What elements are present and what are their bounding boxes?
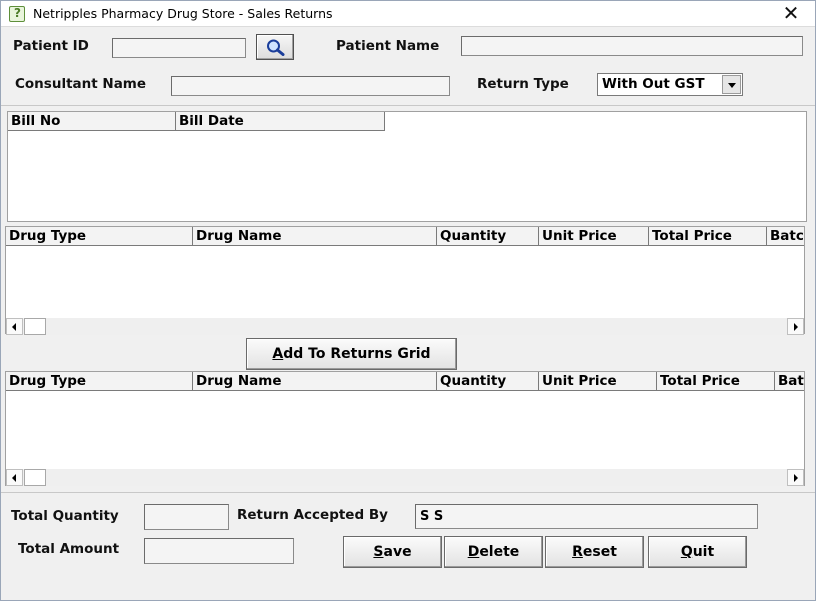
returns-grid-header: Drug Type Drug Name Quantity Unit Price …	[6, 372, 804, 391]
scroll-right-icon[interactable]	[787, 318, 804, 335]
delete-mnemonic: D	[467, 544, 480, 560]
patient-id-label: Patient ID	[13, 38, 89, 54]
column-header-batch[interactable]: Bat	[775, 372, 804, 391]
drugs-grid[interactable]: Drug Type Drug Name Quantity Unit Price …	[5, 226, 805, 335]
column-header-drug-type[interactable]: Drug Type	[6, 227, 193, 246]
patient-name-field[interactable]	[461, 36, 803, 56]
column-header-drug-type[interactable]: Drug Type	[6, 372, 193, 391]
column-header-drug-name[interactable]: Drug Name	[193, 372, 437, 391]
app-icon	[9, 6, 25, 22]
close-button[interactable]: ✕	[771, 1, 811, 26]
column-header-batch[interactable]: Batc	[767, 227, 804, 246]
returns-grid[interactable]: Drug Type Drug Name Quantity Unit Price …	[5, 371, 805, 486]
consultant-name-field[interactable]	[171, 76, 450, 96]
divider	[1, 105, 815, 106]
patient-name-label: Patient Name	[336, 38, 440, 54]
window-title: Netripples Pharmacy Drug Store - Sales R…	[33, 6, 333, 21]
column-header-total-price[interactable]: Total Price	[649, 227, 767, 246]
scrollbar-thumb[interactable]	[24, 318, 46, 335]
total-quantity-field[interactable]	[144, 504, 229, 530]
add-button-label: dd To Returns Grid	[283, 346, 431, 362]
drugs-grid-scrollbar[interactable]	[6, 318, 804, 335]
column-header-total-price[interactable]: Total Price	[657, 372, 775, 391]
add-to-returns-grid-button[interactable]: Add To Returns Grid	[246, 338, 457, 370]
consultant-name-label: Consultant Name	[15, 76, 147, 92]
sales-returns-window: Netripples Pharmacy Drug Store - Sales R…	[0, 0, 816, 601]
bills-grid[interactable]: Bill No Bill Date	[7, 111, 807, 222]
quit-button[interactable]: Quit	[648, 536, 747, 568]
column-header-bill-no[interactable]: Bill No	[8, 112, 176, 131]
add-button-mnemonic: A	[272, 346, 284, 362]
bills-grid-header: Bill No Bill Date	[8, 112, 385, 131]
quit-mnemonic: Q	[680, 544, 693, 560]
return-accepted-by-field[interactable]	[415, 504, 758, 529]
column-header-quantity[interactable]: Quantity	[437, 372, 539, 391]
scrollbar-thumb[interactable]	[24, 469, 46, 486]
reset-label: eset	[582, 544, 617, 560]
return-accepted-by-label: Return Accepted By	[237, 507, 388, 523]
title-bar: Netripples Pharmacy Drug Store - Sales R…	[1, 1, 815, 27]
save-button[interactable]: Save	[343, 536, 442, 568]
reset-mnemonic: R	[572, 544, 583, 560]
patient-id-field[interactable]	[112, 38, 246, 58]
chevron-down-icon[interactable]	[722, 75, 741, 94]
reset-button[interactable]: Reset	[545, 536, 644, 568]
scroll-right-icon[interactable]	[787, 469, 804, 486]
divider	[1, 492, 815, 493]
delete-label: elete	[479, 544, 520, 560]
scroll-left-icon[interactable]	[6, 318, 23, 335]
total-amount-field[interactable]	[144, 538, 294, 564]
search-patient-button[interactable]	[256, 34, 294, 60]
column-header-unit-price[interactable]: Unit Price	[539, 372, 657, 391]
save-label: ave	[383, 544, 412, 560]
return-type-label: Return Type	[477, 76, 569, 92]
column-header-quantity[interactable]: Quantity	[437, 227, 539, 246]
delete-button[interactable]: Delete	[444, 536, 543, 568]
scroll-left-icon[interactable]	[6, 469, 23, 486]
return-type-value: With Out GST	[602, 76, 705, 92]
save-mnemonic: S	[373, 544, 384, 560]
return-type-dropdown[interactable]: With Out GST	[597, 73, 743, 96]
total-amount-label: Total Amount	[18, 541, 120, 557]
column-header-bill-date[interactable]: Bill Date	[176, 112, 385, 131]
column-header-unit-price[interactable]: Unit Price	[539, 227, 649, 246]
quit-label: uit	[692, 544, 715, 560]
magnifier-icon	[267, 39, 285, 56]
total-quantity-label: Total Quantity	[11, 508, 119, 524]
column-header-drug-name[interactable]: Drug Name	[193, 227, 437, 246]
returns-grid-scrollbar[interactable]	[6, 469, 804, 486]
drugs-grid-header: Drug Type Drug Name Quantity Unit Price …	[6, 227, 804, 246]
